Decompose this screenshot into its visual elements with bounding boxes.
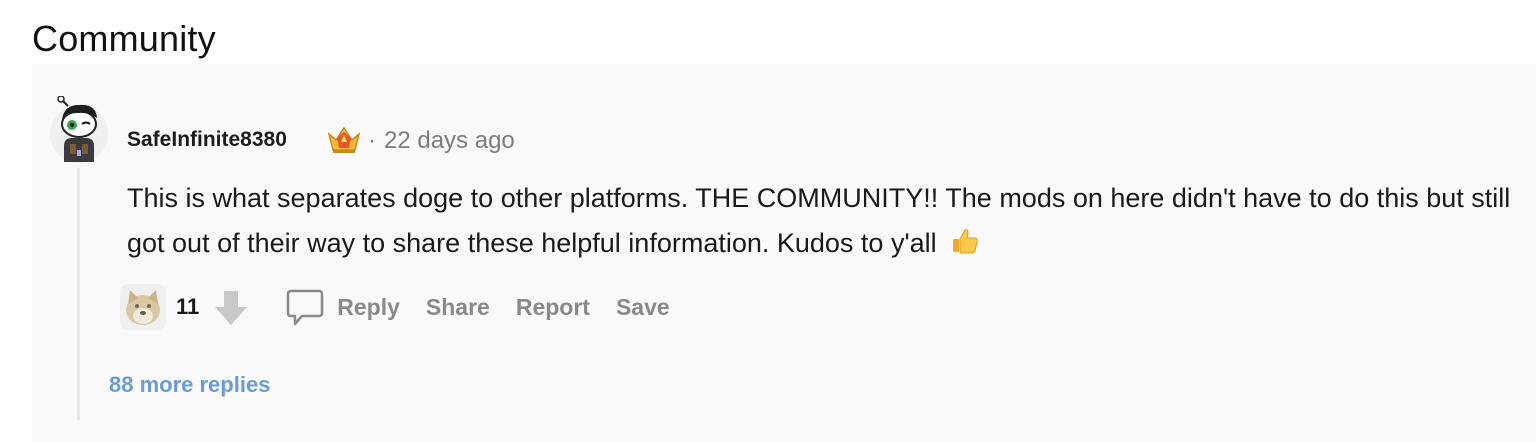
thumbs-up-icon bbox=[953, 229, 978, 254]
comment-bubble-icon bbox=[287, 289, 324, 326]
report-button[interactable]: Report bbox=[516, 294, 590, 321]
vote-count: 11 bbox=[176, 294, 200, 319]
save-button[interactable]: Save bbox=[616, 294, 670, 321]
comment-meta: · 22 days ago bbox=[368, 127, 515, 155]
downvote-arrow-icon[interactable] bbox=[209, 285, 253, 329]
section-title: Community bbox=[32, 18, 216, 59]
comment-author[interactable]: SafeInfinite8380 bbox=[127, 128, 287, 152]
comment-action-bar: 11 Reply Share Report Save bbox=[120, 282, 670, 332]
page: Community SafeInfinite8380 · 22 days ago … bbox=[0, 0, 1536, 442]
reply-label[interactable]: Reply bbox=[337, 294, 400, 321]
comment-body: This is what separates doge to other pla… bbox=[127, 176, 1517, 266]
user-avatar[interactable] bbox=[48, 96, 110, 168]
reply-button[interactable]: Reply bbox=[285, 287, 400, 327]
share-button[interactable]: Share bbox=[426, 294, 490, 321]
award-crown-icon[interactable] bbox=[327, 124, 361, 156]
thread-collapse-line[interactable] bbox=[77, 168, 80, 420]
more-replies-link[interactable]: 88 more replies bbox=[109, 372, 270, 398]
comment-timestamp[interactable]: 22 days ago bbox=[384, 127, 515, 154]
meta-separator: · bbox=[368, 127, 376, 154]
comment-text: This is what separates doge to other pla… bbox=[127, 183, 1511, 258]
doge-upvote-icon[interactable] bbox=[120, 284, 166, 330]
